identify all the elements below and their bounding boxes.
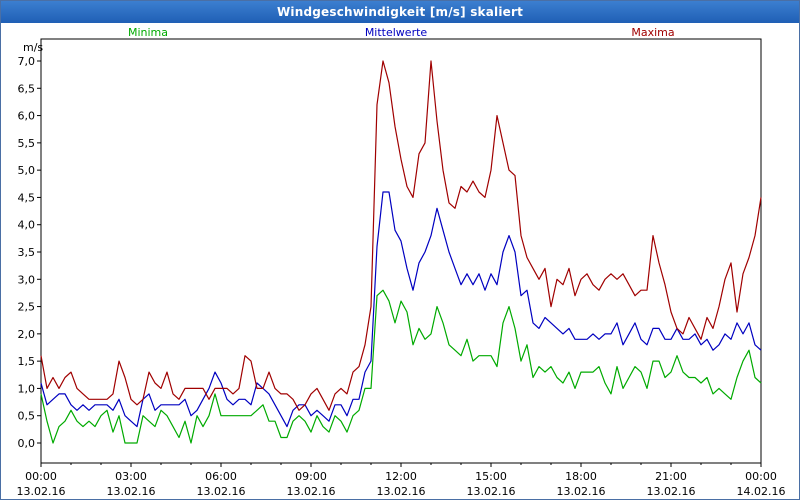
legend-entry-maxima: Maxima <box>631 26 674 39</box>
y-tick-label: 0,0 <box>18 437 36 450</box>
y-tick-label: 0,5 <box>18 410 36 423</box>
x-tick-label-time: 21:00 <box>655 470 687 483</box>
x-tick-label-time: 09:00 <box>295 470 327 483</box>
x-tick-label-time: 03:00 <box>115 470 147 483</box>
legend: Minima Mittelwerte Maxima <box>128 26 675 39</box>
x-tick-label-time: 18:00 <box>565 470 597 483</box>
x-tick-label-date: 13.02.16 <box>377 485 426 498</box>
x-tick-label-date: 13.02.16 <box>557 485 606 498</box>
chart-window: Windgeschwindigkeit [m/s] skaliert 0,0 0,… <box>0 0 800 500</box>
x-tick-label-time: 15:00 <box>475 470 507 483</box>
x-tick-label-date: 13.02.16 <box>107 485 156 498</box>
x-tick-label-date: 13.02.16 <box>647 485 696 498</box>
x-tick-label-time: 00:00 <box>25 470 57 483</box>
x-tick-label-time: 06:00 <box>205 470 237 483</box>
x-tick-label-date: 13.02.16 <box>197 485 246 498</box>
y-tick-label: 5,0 <box>18 164 36 177</box>
y-tick-label: 1,5 <box>18 355 36 368</box>
axes: 0,0 0,5 1,0 1,5 2,0 2,5 3,0 3,5 4,0 4,5 5,0 5,5 6,0 6… <box>17 38 786 498</box>
y-tick-label: 2,5 <box>18 301 36 314</box>
y-axis-label: m/s <box>23 41 43 54</box>
y-tick-label: 4,0 <box>18 219 36 232</box>
x-tick-label-date: 13.02.16 <box>287 485 336 498</box>
x-tick-label-date: 14.02.16 <box>737 485 786 498</box>
y-tick-label: 3,0 <box>18 273 36 286</box>
y-tick-label: 4,5 <box>18 191 36 204</box>
y-tick-label: 3,5 <box>18 246 36 259</box>
legend-entry-minima: Minima <box>128 26 168 39</box>
y-tick-label: 1,0 <box>18 382 36 395</box>
plot-area <box>40 38 762 464</box>
x-tick-label-time: 12:00 <box>385 470 417 483</box>
legend-entry-mittelwerte: Mittelwerte <box>365 26 428 39</box>
x-tick-label-date: 13.02.16 <box>17 485 66 498</box>
x-tick-label-date: 13.02.16 <box>467 485 516 498</box>
y-tick-label: 5,5 <box>18 137 36 150</box>
y-tick-label: 6,5 <box>18 82 36 95</box>
x-tick-label-time: 00:00 <box>745 470 777 483</box>
y-tick-label: 6,0 <box>18 110 36 123</box>
y-tick-label: 7,0 <box>18 55 36 68</box>
y-tick-label: 2,0 <box>18 328 36 341</box>
wind-speed-chart: 0,0 0,5 1,0 1,5 2,0 2,5 3,0 3,5 4,0 4,5 5,0 5,5 6,0 6… <box>17 26 786 498</box>
